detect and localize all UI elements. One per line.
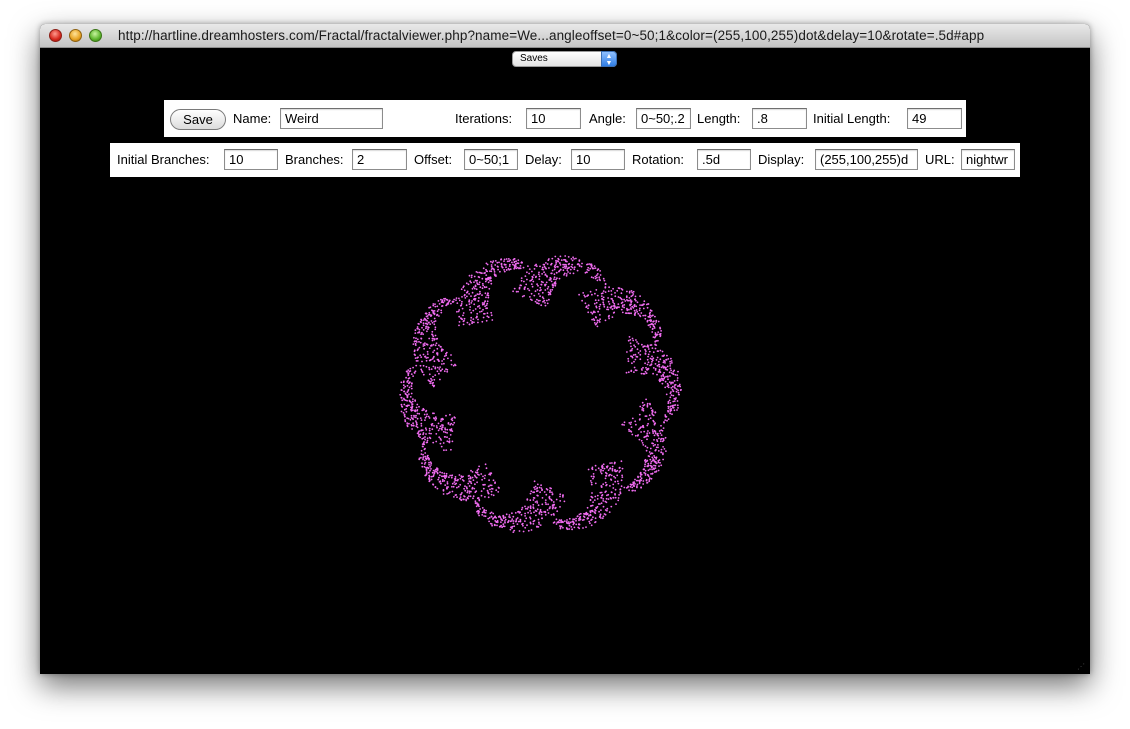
fractal-branch — [472, 480, 566, 533]
length-field[interactable]: .8 — [752, 108, 807, 129]
page-content: Saves ▲ ▼ Save Name: Weird Iterations: 10… — [40, 48, 1090, 674]
delay-label: Delay: — [525, 152, 562, 167]
offset-label: Offset: — [414, 152, 453, 167]
delay-field[interactable]: 10 — [571, 149, 625, 170]
fractal-branch — [456, 258, 531, 327]
iterations-label: Iterations: — [455, 111, 513, 126]
name-field[interactable]: Weird — [280, 108, 383, 129]
angle-label: Angle: — [589, 111, 626, 126]
fractal-drawing — [399, 255, 682, 533]
fractal-branch — [578, 286, 662, 346]
fractal-branch — [625, 336, 682, 424]
window-title: http://hartline.dreamhosters.com/Fractal… — [118, 28, 985, 43]
iterations-field[interactable]: 10 — [526, 108, 581, 129]
minimize-icon[interactable] — [69, 29, 82, 42]
initial-length-label: Initial Length: — [813, 111, 891, 126]
display-field[interactable]: (255,100,255)d — [815, 149, 918, 170]
initial-length-field[interactable]: 49 — [907, 108, 962, 129]
saves-dropdown-label: Saves — [520, 53, 548, 64]
rotation-field[interactable]: .5d — [697, 149, 751, 170]
controls-row-1: Save Name: Weird Iterations: 10 Angle: 0… — [164, 100, 966, 137]
rotation-label: Rotation: — [632, 152, 685, 167]
controls-row-2: Initial Branches: 10 Branches: 2 Offset:… — [110, 143, 1020, 177]
fractal-canvas — [399, 255, 682, 533]
fractal-branch — [512, 255, 607, 307]
name-label: Name: — [233, 111, 272, 126]
offset-field[interactable]: 0~50;1 — [464, 149, 518, 170]
branches-label: Branches: — [285, 152, 344, 167]
url-label: URL: — [925, 152, 955, 167]
saves-dropdown[interactable]: Saves ▲ ▼ — [512, 51, 617, 67]
initial-branches-label: Initial Branches: — [117, 152, 210, 167]
maximize-icon[interactable] — [89, 29, 102, 42]
close-icon[interactable] — [49, 29, 62, 42]
branches-field[interactable]: 2 — [352, 149, 407, 170]
fractal-branch — [619, 398, 667, 492]
save-button[interactable]: Save — [170, 109, 226, 130]
url-field[interactable]: nightwr — [961, 149, 1015, 170]
title-bar[interactable]: http://hartline.dreamhosters.com/Fractal… — [40, 24, 1090, 48]
fractal-branch — [412, 297, 458, 388]
display-label: Display: — [758, 152, 805, 167]
angle-field[interactable]: 0~50;.2 — [636, 108, 691, 129]
browser-window: http://hartline.dreamhosters.com/Fractal… — [40, 24, 1090, 674]
fractal-branch — [418, 441, 500, 502]
initial-branches-field[interactable]: 10 — [224, 149, 278, 170]
updown-arrows-icon: ▲ ▼ — [601, 51, 617, 67]
resize-grip-icon[interactable]: ⋰ — [1077, 662, 1087, 672]
length-label: Length: — [697, 111, 741, 126]
fractal-branch — [399, 364, 456, 452]
